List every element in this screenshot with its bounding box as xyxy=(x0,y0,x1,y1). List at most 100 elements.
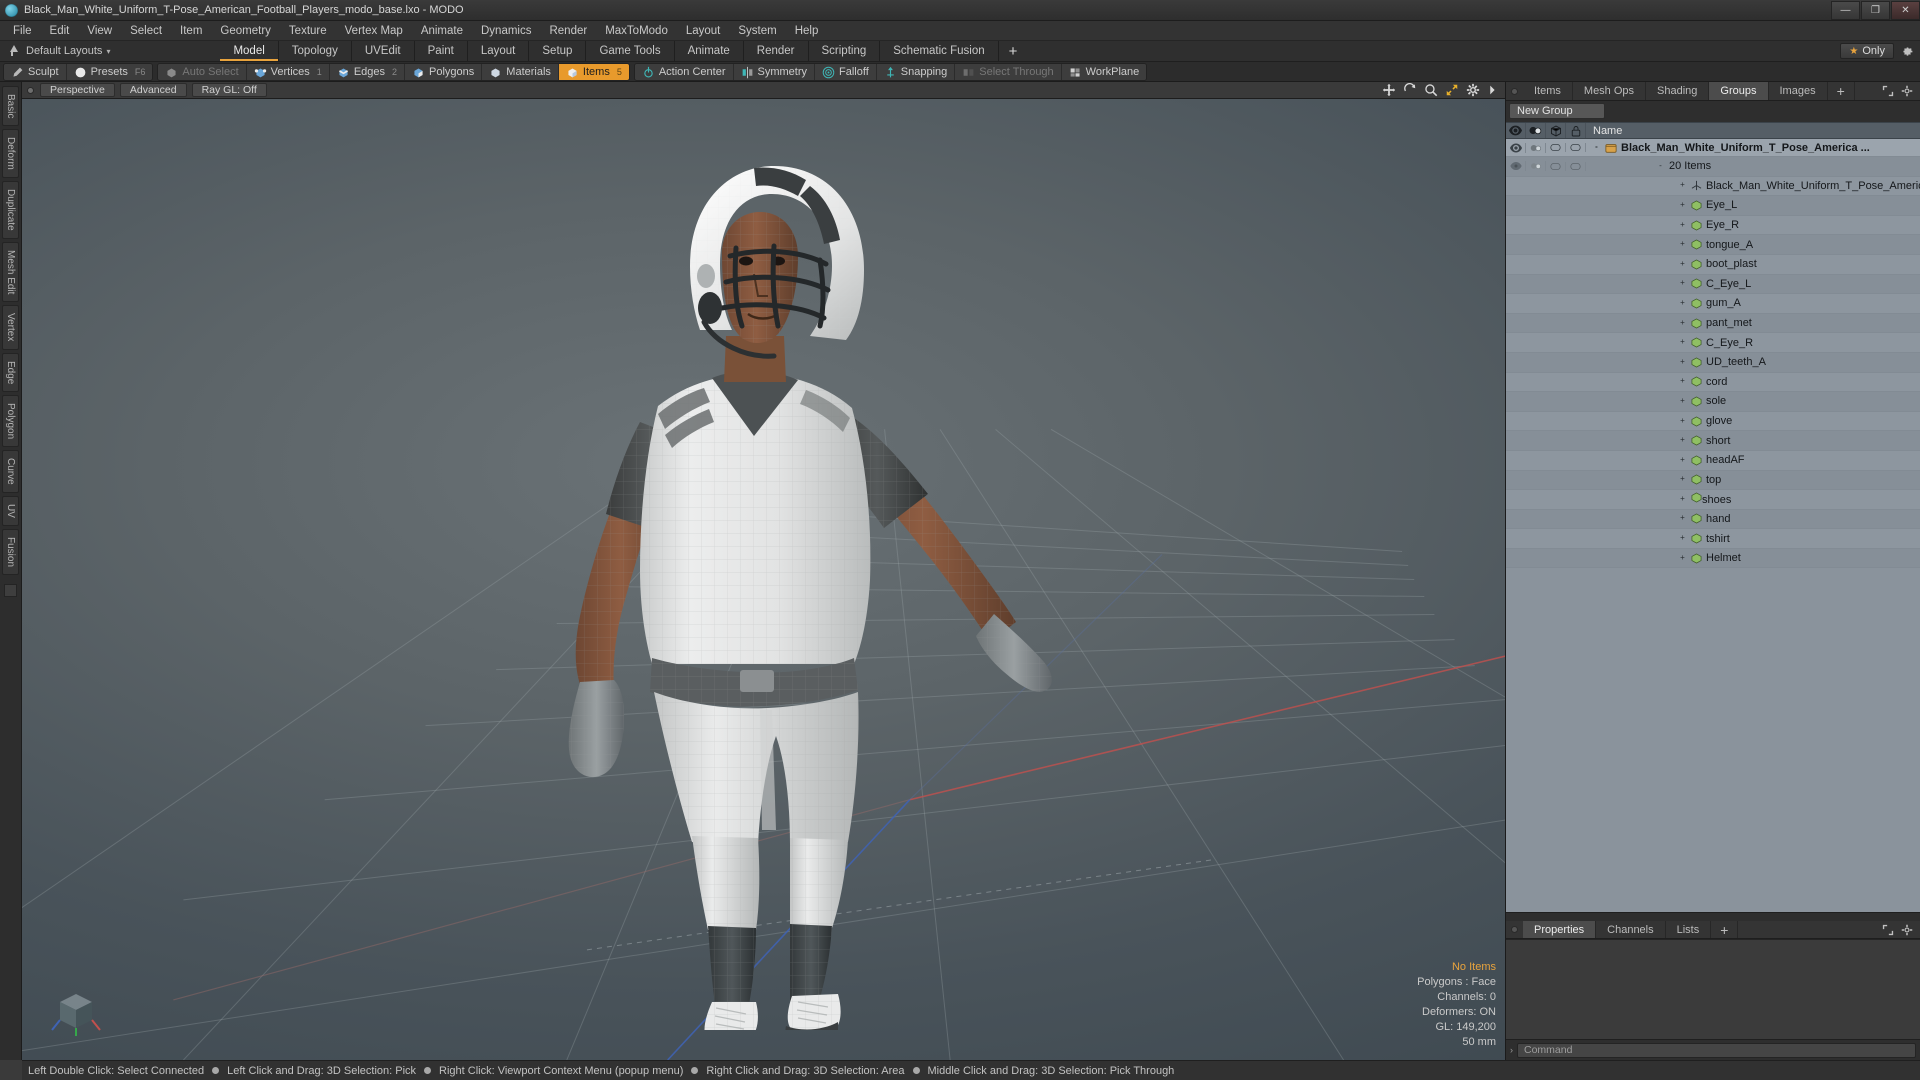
rp-tab-mesh-ops[interactable]: Mesh Ops xyxy=(1572,82,1647,100)
table-row[interactable]: + boot_plast xyxy=(1506,254,1920,275)
expander-icon[interactable]: + xyxy=(1678,279,1687,288)
menu-edit[interactable]: Edit xyxy=(41,23,79,39)
gear-icon[interactable] xyxy=(1901,924,1913,936)
vtab-polygon[interactable]: Polygon xyxy=(2,395,19,448)
expander-icon[interactable]: + xyxy=(1678,455,1687,465)
add-tab-button[interactable]: + xyxy=(998,41,1028,61)
vertices-button[interactable]: Vertices 1 xyxy=(246,64,330,80)
table-row[interactable]: + sole xyxy=(1506,392,1920,412)
table-row[interactable]: + C_Eye_R xyxy=(1506,333,1920,353)
expander-icon[interactable]: + xyxy=(1678,553,1687,563)
row-shading-toggle[interactable] xyxy=(1526,142,1546,153)
minimize-button[interactable]: — xyxy=(1831,1,1860,20)
tab-properties[interactable]: Properties xyxy=(1523,921,1597,938)
menu-geometry[interactable]: Geometry xyxy=(211,23,280,39)
expander-icon[interactable]: + xyxy=(1678,494,1687,504)
expander-icon[interactable]: - xyxy=(1656,161,1665,171)
row-shading-toggle[interactable] xyxy=(1526,161,1546,172)
expander-icon[interactable]: + xyxy=(1678,534,1687,543)
vtab-vertex[interactable]: Vertex xyxy=(2,305,19,350)
lock-column-header[interactable] xyxy=(1566,123,1586,138)
new-group-button[interactable]: New Group xyxy=(1509,103,1605,119)
tab-animate[interactable]: Animate xyxy=(674,41,744,61)
rp-tab-items[interactable]: Items xyxy=(1523,82,1573,100)
expander-icon[interactable]: + xyxy=(1678,181,1687,190)
snapping-button[interactable]: Snapping xyxy=(876,64,956,80)
rp-tab-images[interactable]: Images xyxy=(1768,82,1828,100)
viewport-menu-dot[interactable] xyxy=(27,86,34,94)
properties-menu-dot[interactable] xyxy=(1511,926,1518,933)
expander-icon[interactable]: + xyxy=(1678,396,1687,406)
tab-topology[interactable]: Topology xyxy=(278,41,352,61)
table-row[interactable]: + short xyxy=(1506,431,1920,451)
expander-icon[interactable]: + xyxy=(1678,377,1687,386)
table-row[interactable]: + shoes xyxy=(1506,490,1920,510)
table-row[interactable]: + UD_teeth_A xyxy=(1506,352,1920,373)
expander-icon[interactable]: - xyxy=(1592,143,1601,152)
tab-render[interactable]: Render xyxy=(743,41,809,61)
menu-maxtomodo[interactable]: MaxToModo xyxy=(596,23,677,39)
menu-file[interactable]: File xyxy=(4,23,41,39)
menu-select[interactable]: Select xyxy=(121,23,171,39)
properties-body[interactable] xyxy=(1506,939,1920,1039)
tab-model[interactable]: Model xyxy=(220,41,279,61)
row-lock-toggle[interactable] xyxy=(1566,143,1586,152)
panel-splitter[interactable] xyxy=(1506,912,1920,921)
expander-icon[interactable]: + xyxy=(1678,338,1687,347)
menu-system[interactable]: System xyxy=(729,23,785,39)
vtab-duplicate[interactable]: Duplicate xyxy=(2,181,19,239)
tab-schematic-fusion[interactable]: Schematic Fusion xyxy=(880,41,999,61)
expander-icon[interactable]: + xyxy=(1678,259,1687,269)
axis-gizmo-icon[interactable] xyxy=(50,982,102,1038)
tab-paint[interactable]: Paint xyxy=(414,41,468,61)
menu-item[interactable]: Item xyxy=(171,23,211,39)
arrow-right-icon[interactable] xyxy=(1487,83,1497,97)
table-row[interactable]: + glove xyxy=(1506,411,1920,432)
gear-icon[interactable] xyxy=(1466,83,1480,97)
edges-button[interactable]: Edges 2 xyxy=(329,64,406,80)
vtab-uv[interactable]: UV xyxy=(2,495,19,526)
action-center-button[interactable]: Action Center xyxy=(634,64,734,80)
rp-tab-groups[interactable]: Groups xyxy=(1709,82,1769,100)
move-icon[interactable] xyxy=(1382,83,1396,97)
group-item-list[interactable]: - Black_Man_White_Uniform_T_Pose_America… xyxy=(1506,139,1920,912)
items-button[interactable]: Items 5 xyxy=(558,64,629,80)
expander-icon[interactable]: + xyxy=(1678,436,1687,445)
gear-icon[interactable] xyxy=(1901,45,1914,58)
materials-button[interactable]: Materials xyxy=(482,64,559,80)
tab-setup[interactable]: Setup xyxy=(529,41,587,61)
falloff-button[interactable]: Falloff xyxy=(815,64,877,80)
viewport-projection-selector[interactable]: Perspective xyxy=(40,83,115,97)
expander-icon[interactable]: + xyxy=(1678,200,1687,210)
workplane-button[interactable]: WorkPlane xyxy=(1061,64,1147,80)
menu-texture[interactable]: Texture xyxy=(280,23,336,39)
tab-add-properties[interactable]: + xyxy=(1711,921,1739,938)
auto-select-button[interactable]: Auto Select xyxy=(158,64,247,80)
expander-icon[interactable]: + xyxy=(1678,298,1687,308)
expander-icon[interactable]: + xyxy=(1678,514,1687,523)
rp-tab-shading[interactable]: Shading xyxy=(1646,82,1710,100)
vtab-curve[interactable]: Curve xyxy=(2,450,19,493)
polygons-button[interactable]: Polygons xyxy=(405,64,483,80)
menu-help[interactable]: Help xyxy=(786,23,828,39)
table-row[interactable]: + cord xyxy=(1506,372,1920,393)
table-row[interactable]: + top xyxy=(1506,470,1920,491)
table-row[interactable]: + gum_A xyxy=(1506,294,1920,314)
expander-icon[interactable]: + xyxy=(1678,416,1687,426)
row-visibility-toggle[interactable] xyxy=(1506,142,1526,153)
menu-vertex-map[interactable]: Vertex Map xyxy=(336,23,412,39)
command-input[interactable]: Command xyxy=(1517,1042,1916,1058)
table-row[interactable]: + C_Eye_L xyxy=(1506,274,1920,295)
menu-layout[interactable]: Layout xyxy=(677,23,730,39)
expander-icon[interactable]: + xyxy=(1678,240,1687,249)
row-wireframe-toggle[interactable] xyxy=(1546,143,1566,152)
vtab-fusion[interactable]: Fusion xyxy=(2,528,19,575)
tab-uvedit[interactable]: UVEdit xyxy=(351,41,415,61)
shading-column-header[interactable] xyxy=(1526,123,1546,138)
sculpt-button[interactable]: Sculpt xyxy=(4,64,67,80)
horizontal-scroll-left[interactable] xyxy=(0,1060,22,1080)
close-button[interactable]: ✕ xyxy=(1891,1,1920,20)
rp-tab-add[interactable]: + xyxy=(1827,82,1855,100)
football-player-model[interactable] xyxy=(454,130,1074,1030)
popout-icon[interactable] xyxy=(1882,924,1894,936)
